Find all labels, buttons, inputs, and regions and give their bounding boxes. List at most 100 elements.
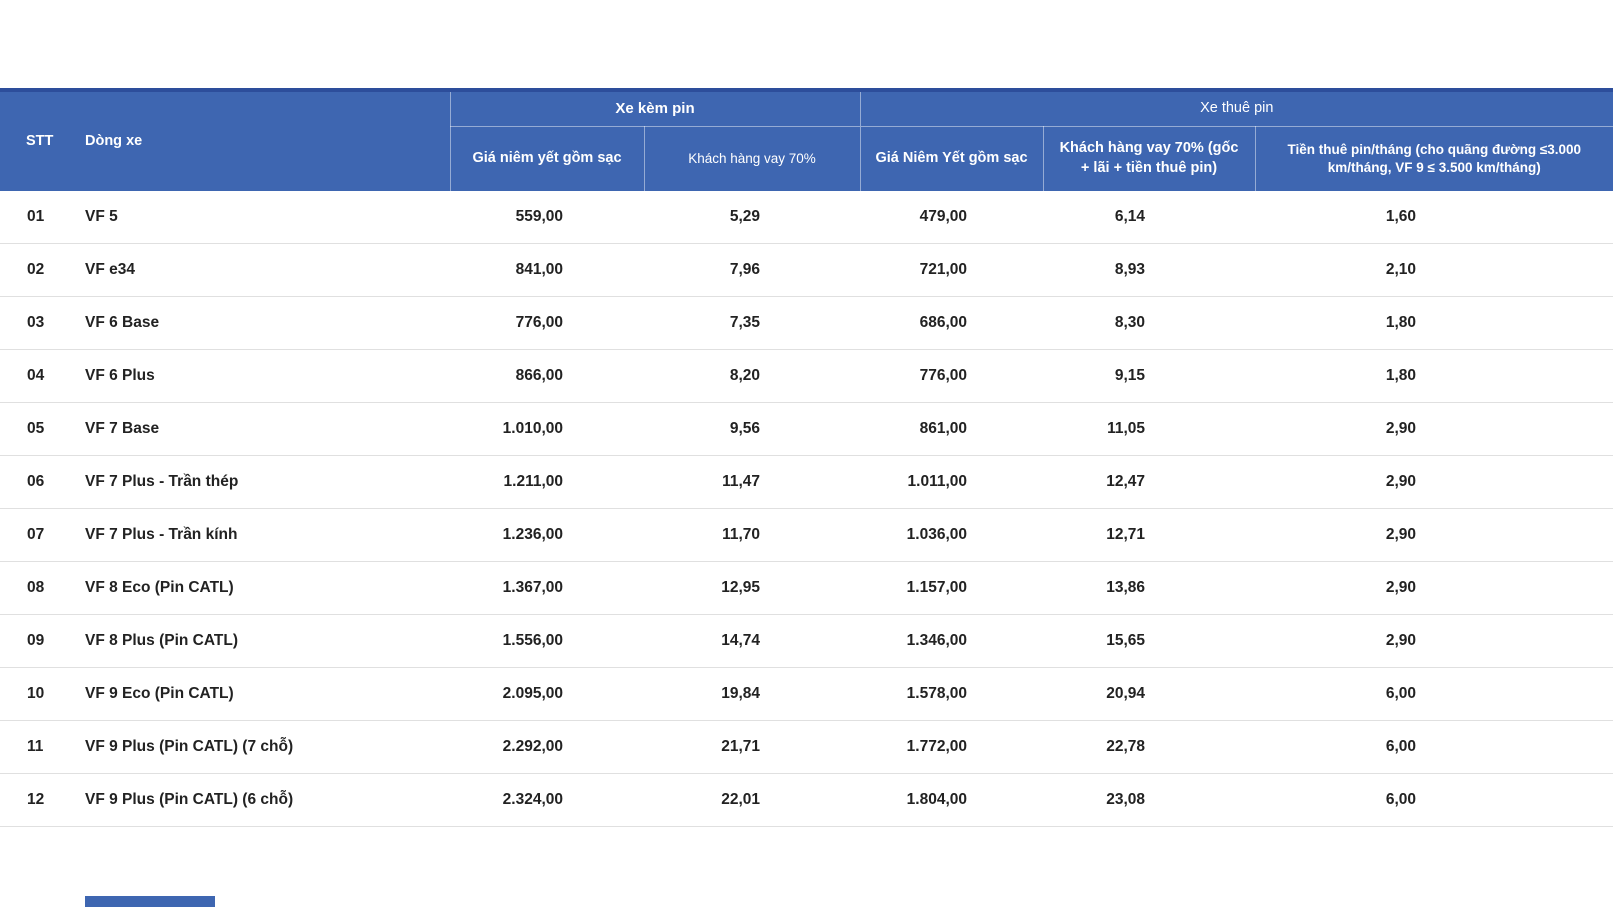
column-header-khach-hang-vay-thue-pin: Khách hàng vay 70% (gốc + lãi + tiền thu…	[1043, 127, 1255, 192]
column-header-khach-hang-vay-kem-pin: Khách hàng vay 70%	[644, 127, 860, 192]
cell-khach-hang-vay-kem-pin: 11,47	[644, 456, 860, 509]
column-header-tien-thue-pin: Tiền thuê pin/tháng (cho quãng đường ≤3.…	[1255, 127, 1613, 192]
table-row: 11VF 9 Plus (Pin CATL) (7 chỗ)2.292,0021…	[0, 721, 1613, 774]
cell-gia-niem-yet-kem-pin: 2.324,00	[450, 774, 644, 827]
table-row: 09VF 8 Plus (Pin CATL)1.556,0014,741.346…	[0, 615, 1613, 668]
cell-khach-hang-vay-kem-pin: 21,71	[644, 721, 860, 774]
cell-gia-niem-yet-thue-pin: 1.804,00	[860, 774, 1043, 827]
cell-gia-niem-yet-kem-pin: 1.010,00	[450, 403, 644, 456]
cell-tien-thue-pin: 6,00	[1255, 668, 1613, 721]
cell-stt: 08	[0, 562, 62, 615]
cell-khach-hang-vay-thue-pin: 13,86	[1043, 562, 1255, 615]
cell-stt: 01	[0, 191, 62, 244]
cell-gia-niem-yet-thue-pin: 1.036,00	[860, 509, 1043, 562]
cell-gia-niem-yet-kem-pin: 1.236,00	[450, 509, 644, 562]
cell-gia-niem-yet-kem-pin: 2.292,00	[450, 721, 644, 774]
table-row: 04VF 6 Plus866,008,20776,009,151,80	[0, 350, 1613, 403]
cell-stt: 11	[0, 721, 62, 774]
cell-gia-niem-yet-kem-pin: 776,00	[450, 297, 644, 350]
table-row: 03VF 6 Base776,007,35686,008,301,80	[0, 297, 1613, 350]
table-row: 12VF 9 Plus (Pin CATL) (6 chỗ)2.324,0022…	[0, 774, 1613, 827]
cell-tien-thue-pin: 6,00	[1255, 774, 1613, 827]
cell-dong-xe: VF 6 Plus	[62, 350, 450, 403]
cell-tien-thue-pin: 2,90	[1255, 403, 1613, 456]
vinfast-price-table: STT Dòng xe Xe kèm pin Xe thuê pin Giá n…	[0, 88, 1613, 827]
cell-dong-xe: VF e34	[62, 244, 450, 297]
cell-khach-hang-vay-kem-pin: 7,96	[644, 244, 860, 297]
cell-stt: 04	[0, 350, 62, 403]
column-header-dong-xe: Dòng xe	[62, 90, 450, 191]
cell-gia-niem-yet-kem-pin: 1.367,00	[450, 562, 644, 615]
cell-khach-hang-vay-thue-pin: 23,08	[1043, 774, 1255, 827]
cell-stt: 05	[0, 403, 62, 456]
cell-gia-niem-yet-thue-pin: 776,00	[860, 350, 1043, 403]
cell-gia-niem-yet-thue-pin: 1.346,00	[860, 615, 1043, 668]
cell-dong-xe: VF 5	[62, 191, 450, 244]
cell-gia-niem-yet-thue-pin: 1.578,00	[860, 668, 1043, 721]
cell-dong-xe: VF 7 Plus - Trần kính	[62, 509, 450, 562]
cell-khach-hang-vay-kem-pin: 14,74	[644, 615, 860, 668]
cell-tien-thue-pin: 2,90	[1255, 509, 1613, 562]
cell-stt: 03	[0, 297, 62, 350]
cell-khach-hang-vay-kem-pin: 9,56	[644, 403, 860, 456]
page-background: STT Dòng xe Xe kèm pin Xe thuê pin Giá n…	[0, 0, 1613, 907]
cell-khach-hang-vay-thue-pin: 6,14	[1043, 191, 1255, 244]
cell-khach-hang-vay-thue-pin: 12,71	[1043, 509, 1255, 562]
cell-khach-hang-vay-thue-pin: 11,05	[1043, 403, 1255, 456]
cell-stt: 06	[0, 456, 62, 509]
cell-stt: 12	[0, 774, 62, 827]
cell-tien-thue-pin: 2,90	[1255, 456, 1613, 509]
table-row: 08VF 8 Eco (Pin CATL)1.367,0012,951.157,…	[0, 562, 1613, 615]
table-row: 06VF 7 Plus - Trần thép1.211,0011,471.01…	[0, 456, 1613, 509]
cell-dong-xe: VF 6 Base	[62, 297, 450, 350]
cell-gia-niem-yet-thue-pin: 686,00	[860, 297, 1043, 350]
column-header-stt: STT	[0, 90, 62, 191]
table-row: 02VF e34841,007,96721,008,932,10	[0, 244, 1613, 297]
cell-khach-hang-vay-thue-pin: 22,78	[1043, 721, 1255, 774]
cell-khach-hang-vay-thue-pin: 9,15	[1043, 350, 1255, 403]
cell-khach-hang-vay-kem-pin: 11,70	[644, 509, 860, 562]
cell-khach-hang-vay-thue-pin: 8,93	[1043, 244, 1255, 297]
cell-gia-niem-yet-kem-pin: 841,00	[450, 244, 644, 297]
cell-dong-xe: VF 9 Eco (Pin CATL)	[62, 668, 450, 721]
group-header-xe-kem-pin: Xe kèm pin	[450, 90, 860, 127]
cell-khach-hang-vay-kem-pin: 12,95	[644, 562, 860, 615]
cell-tien-thue-pin: 2,10	[1255, 244, 1613, 297]
cell-khach-hang-vay-thue-pin: 20,94	[1043, 668, 1255, 721]
table-header: STT Dòng xe Xe kèm pin Xe thuê pin Giá n…	[0, 90, 1613, 191]
cell-gia-niem-yet-kem-pin: 866,00	[450, 350, 644, 403]
column-header-gia-niem-yet-kem-pin: Giá niêm yết gồm sạc	[450, 127, 644, 192]
table-row: 10VF 9 Eco (Pin CATL)2.095,0019,841.578,…	[0, 668, 1613, 721]
table-body: 01VF 5559,005,29479,006,141,6002VF e3484…	[0, 191, 1613, 827]
cell-khach-hang-vay-thue-pin: 15,65	[1043, 615, 1255, 668]
cell-khach-hang-vay-kem-pin: 7,35	[644, 297, 860, 350]
cell-stt: 02	[0, 244, 62, 297]
cell-gia-niem-yet-thue-pin: 479,00	[860, 191, 1043, 244]
cell-khach-hang-vay-kem-pin: 19,84	[644, 668, 860, 721]
cell-stt: 07	[0, 509, 62, 562]
cell-tien-thue-pin: 2,90	[1255, 615, 1613, 668]
cell-dong-xe: VF 9 Plus (Pin CATL) (6 chỗ)	[62, 774, 450, 827]
cell-tien-thue-pin: 1,80	[1255, 297, 1613, 350]
cell-tien-thue-pin: 1,60	[1255, 191, 1613, 244]
group-header-xe-thue-pin: Xe thuê pin	[860, 90, 1613, 127]
header-group-row: STT Dòng xe Xe kèm pin Xe thuê pin	[0, 90, 1613, 127]
cell-gia-niem-yet-kem-pin: 1.211,00	[450, 456, 644, 509]
cell-gia-niem-yet-thue-pin: 1.011,00	[860, 456, 1043, 509]
cell-khach-hang-vay-kem-pin: 8,20	[644, 350, 860, 403]
cell-tien-thue-pin: 1,80	[1255, 350, 1613, 403]
cell-gia-niem-yet-thue-pin: 721,00	[860, 244, 1043, 297]
cell-khach-hang-vay-thue-pin: 8,30	[1043, 297, 1255, 350]
cell-gia-niem-yet-kem-pin: 1.556,00	[450, 615, 644, 668]
cell-dong-xe: VF 7 Base	[62, 403, 450, 456]
column-header-gia-niem-yet-thue-pin: Giá Niêm Yết gồm sạc	[860, 127, 1043, 192]
cell-tien-thue-pin: 6,00	[1255, 721, 1613, 774]
cell-gia-niem-yet-kem-pin: 559,00	[450, 191, 644, 244]
cell-tien-thue-pin: 2,90	[1255, 562, 1613, 615]
cell-khach-hang-vay-kem-pin: 5,29	[644, 191, 860, 244]
table-row: 01VF 5559,005,29479,006,141,60	[0, 191, 1613, 244]
table-row: 05VF 7 Base1.010,009,56861,0011,052,90	[0, 403, 1613, 456]
cell-gia-niem-yet-thue-pin: 1.772,00	[860, 721, 1043, 774]
cell-dong-xe: VF 8 Plus (Pin CATL)	[62, 615, 450, 668]
cell-khach-hang-vay-kem-pin: 22,01	[644, 774, 860, 827]
